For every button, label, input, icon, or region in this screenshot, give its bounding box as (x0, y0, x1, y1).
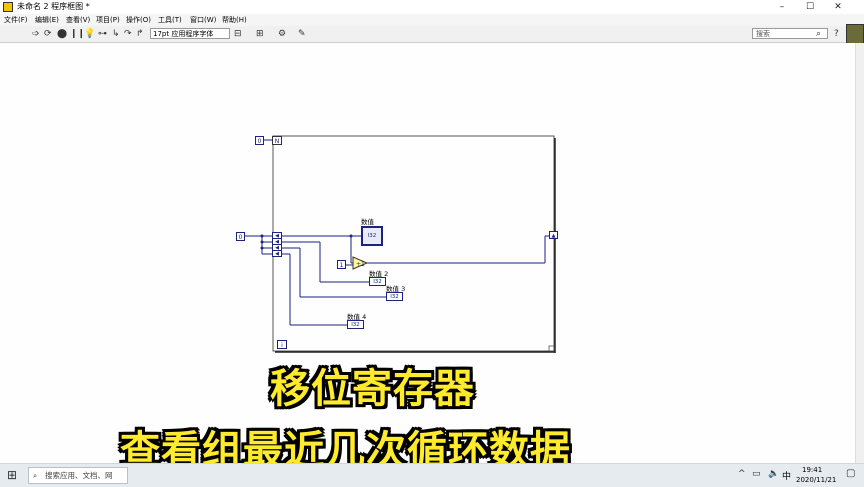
minimize-button[interactable]: – (768, 0, 796, 14)
menu-help[interactable]: 帮助(H) (222, 14, 247, 26)
window-title: 未命名 2 程序框图 * (17, 2, 90, 11)
close-button[interactable]: ✕ (824, 0, 852, 14)
search-icon[interactable]: ⌕ (816, 29, 821, 39)
retain-wire-values-icon[interactable]: ⊶ (98, 29, 107, 39)
vi-icon[interactable] (846, 24, 864, 44)
help-icon[interactable]: ? (834, 29, 839, 39)
loop-count-terminal[interactable]: N (272, 136, 282, 145)
run-arrow-icon[interactable]: ➩ (32, 29, 40, 39)
shift-register-right[interactable]: ▲ (549, 231, 558, 239)
iteration-terminal[interactable]: i (277, 340, 287, 349)
indicator-1-terminal[interactable]: I32 (361, 226, 383, 246)
indicator-1-label: 数值 (361, 218, 374, 226)
tray-chevron-icon[interactable]: ^ (738, 469, 746, 479)
menu-edit[interactable]: 编辑(E) (35, 14, 59, 26)
windows-start-icon[interactable]: ⊞ (7, 468, 17, 482)
shift-register-init-constant[interactable]: 0 (236, 232, 245, 241)
indicator-2-terminal[interactable]: I32 (369, 277, 386, 286)
font-select[interactable]: 17pt 应用程序字体 (150, 28, 230, 39)
taskbar-clock-date[interactable]: 2020/11/21 (796, 476, 836, 484)
step-over-icon[interactable]: ↷ (124, 29, 132, 39)
title-bar: 未命名 2 程序框图 * – ☐ ✕ (0, 0, 864, 14)
indicator-3-terminal[interactable]: I32 (386, 292, 403, 301)
ime-indicator[interactable]: 中 (782, 469, 791, 482)
menu-tools[interactable]: 工具(T) (158, 14, 182, 26)
step-out-icon[interactable]: ↱ (136, 29, 144, 39)
increment-constant[interactable]: 1 (337, 260, 346, 269)
taskbar-search-icon: ⌕ (33, 471, 38, 480)
windows-taskbar: ⊞ ⌕ 搜索应用、文档、网 ^ ▭ 🔈 中 19:41 2020/11/21 ▢ (0, 463, 864, 487)
labview-app-icon (3, 2, 13, 12)
tray-network-icon[interactable]: ▭ (752, 469, 761, 479)
indicator-4-terminal[interactable]: I32 (347, 320, 364, 329)
toolbar: ➩ ⟳ ⬤ ❙❙ 💡 ⊶ ↳ ↷ ↱ 17pt 应用程序字体 ⊟ ⊞ ⚙ ✎ 搜… (0, 24, 864, 44)
menu-bar: 文件(F) 编辑(E) 查看(V) 项目(P) 操作(O) 工具(T) 窗口(W… (0, 14, 864, 26)
vertical-scrollbar[interactable] (855, 43, 864, 463)
step-into-icon[interactable]: ↳ (112, 29, 120, 39)
for-loop-border[interactable] (272, 135, 555, 352)
menu-view[interactable]: 查看(V) (66, 14, 90, 26)
tray-volume-icon[interactable]: 🔈 (768, 469, 779, 479)
align-objects-icon[interactable]: ⊟ (234, 29, 242, 39)
loop-count-constant[interactable]: 0 (255, 136, 264, 145)
pause-icon[interactable]: ❙❙ (70, 29, 85, 39)
reorder-icon[interactable]: ⚙ (278, 29, 286, 39)
menu-operate[interactable]: 操作(O) (126, 14, 151, 26)
abort-icon[interactable]: ⬤ (57, 29, 67, 39)
taskbar-clock-time[interactable]: 19:41 (802, 466, 822, 474)
distribute-objects-icon[interactable]: ⊞ (256, 29, 264, 39)
menu-window[interactable]: 窗口(W) (190, 14, 216, 26)
svg-text:+1: +1 (356, 261, 365, 268)
cleanup-diagram-icon[interactable]: ✎ (298, 29, 306, 39)
overlay-caption-line1: 移位寄存器 (270, 366, 475, 412)
maximize-button[interactable]: ☐ (796, 0, 824, 14)
menu-file[interactable]: 文件(F) (4, 14, 28, 26)
shift-register-left-4[interactable]: ◀ (272, 250, 282, 257)
highlight-execution-icon[interactable]: 💡 (84, 29, 95, 39)
menu-project[interactable]: 项目(P) (96, 14, 120, 26)
run-continuously-icon[interactable]: ⟳ (44, 29, 52, 39)
notification-center-icon[interactable]: ▢ (846, 468, 855, 479)
taskbar-search-box[interactable]: ⌕ 搜索应用、文档、网 (28, 467, 128, 484)
